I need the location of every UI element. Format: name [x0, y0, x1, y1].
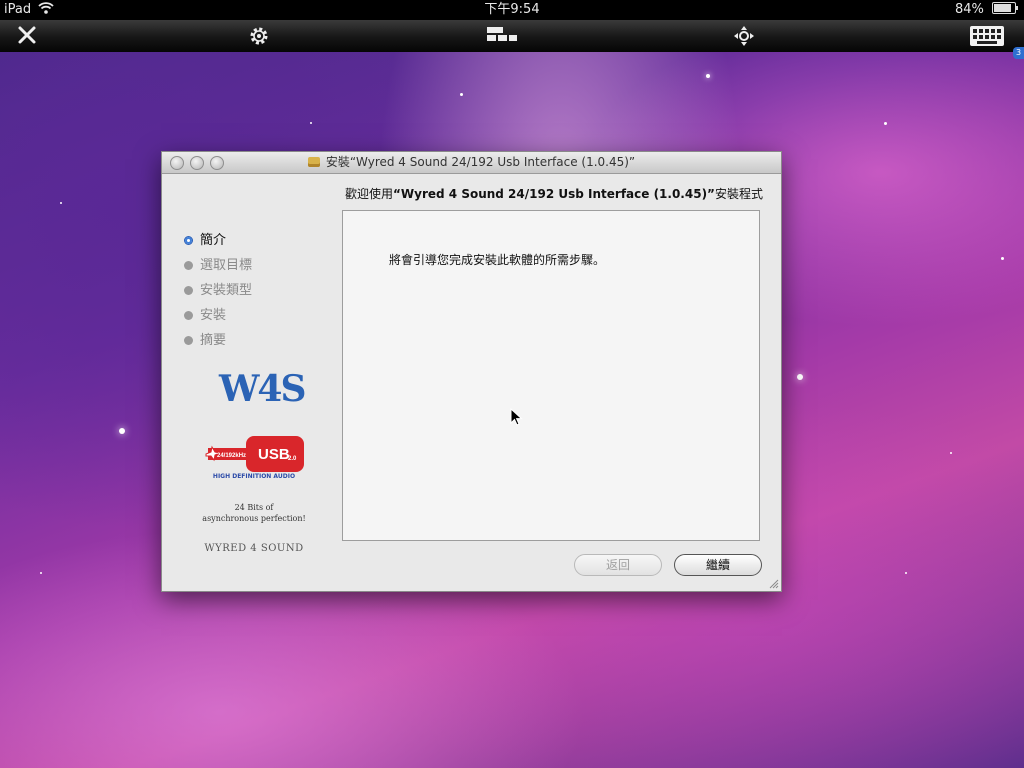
- move-arrows-icon[interactable]: [732, 25, 756, 47]
- tagline: 24 Bits of asynchronous perfection!: [202, 503, 306, 523]
- welcome-heading: 歡迎使用“Wyred 4 Sound 24/192 Usb Interface …: [345, 187, 763, 201]
- clock: 下午9:54: [484, 2, 540, 17]
- back-button[interactable]: 返回: [574, 554, 662, 576]
- step-indicator: [184, 311, 193, 320]
- brand-name: WYRED 4 SOUND: [204, 543, 304, 554]
- hd-audio-label: HIGH DEFINITION AUDIO: [212, 473, 296, 480]
- status-bar: iPad 下午9:54 84%: [0, 0, 1024, 20]
- remote-toolbar: [0, 20, 1024, 53]
- close-icon[interactable]: [14, 25, 40, 47]
- keyboard-icon[interactable]: [969, 25, 1005, 47]
- window-title: 安裝“Wyred 4 Sound 24/192 Usb Interface (1…: [162, 152, 781, 173]
- step-select-destination: 選取目標: [184, 258, 252, 283]
- window-titlebar[interactable]: 安裝“Wyred 4 Sound 24/192 Usb Interface (1…: [162, 152, 781, 174]
- step-summary: 摘要: [184, 333, 252, 358]
- mouse-cursor-icon: [510, 408, 523, 426]
- package-icon: [307, 157, 320, 167]
- installer-steps: 簡介 選取目標 安裝類型 安裝 摘要: [184, 233, 252, 358]
- usb-version-text: 2.0: [288, 456, 297, 462]
- w4s-logo: W4S: [219, 368, 306, 410]
- edge-notification: 3: [1013, 47, 1024, 59]
- battery-status: 84%: [954, 0, 1018, 20]
- step-current-indicator: [184, 236, 193, 245]
- step-install: 安裝: [184, 308, 252, 333]
- battery-percent: 84%: [954, 2, 984, 17]
- usb-logo: 24/192kHz USB 2.0: [205, 436, 304, 472]
- content-pane: 將會引導您完成安裝此軟體的所需步驟。: [342, 210, 760, 541]
- installer-window: 安裝“Wyred 4 Sound 24/192 Usb Interface (1…: [161, 151, 782, 592]
- step-installation-type: 安裝類型: [184, 283, 252, 308]
- step-indicator: [184, 286, 193, 295]
- intro-text: 將會引導您完成安裝此軟體的所需步驟。: [389, 253, 606, 267]
- step-introduction: 簡介: [184, 233, 252, 258]
- usb-rate-text: 24/192kHz: [217, 453, 246, 459]
- step-indicator: [184, 261, 193, 270]
- continue-button[interactable]: 繼續: [674, 554, 762, 576]
- battery-icon: [992, 2, 1018, 14]
- display-layout-icon[interactable]: [486, 25, 518, 47]
- resize-grip-icon[interactable]: [769, 579, 779, 589]
- gear-icon[interactable]: [246, 25, 272, 47]
- usb-text: USB: [258, 446, 290, 463]
- step-indicator: [184, 336, 193, 345]
